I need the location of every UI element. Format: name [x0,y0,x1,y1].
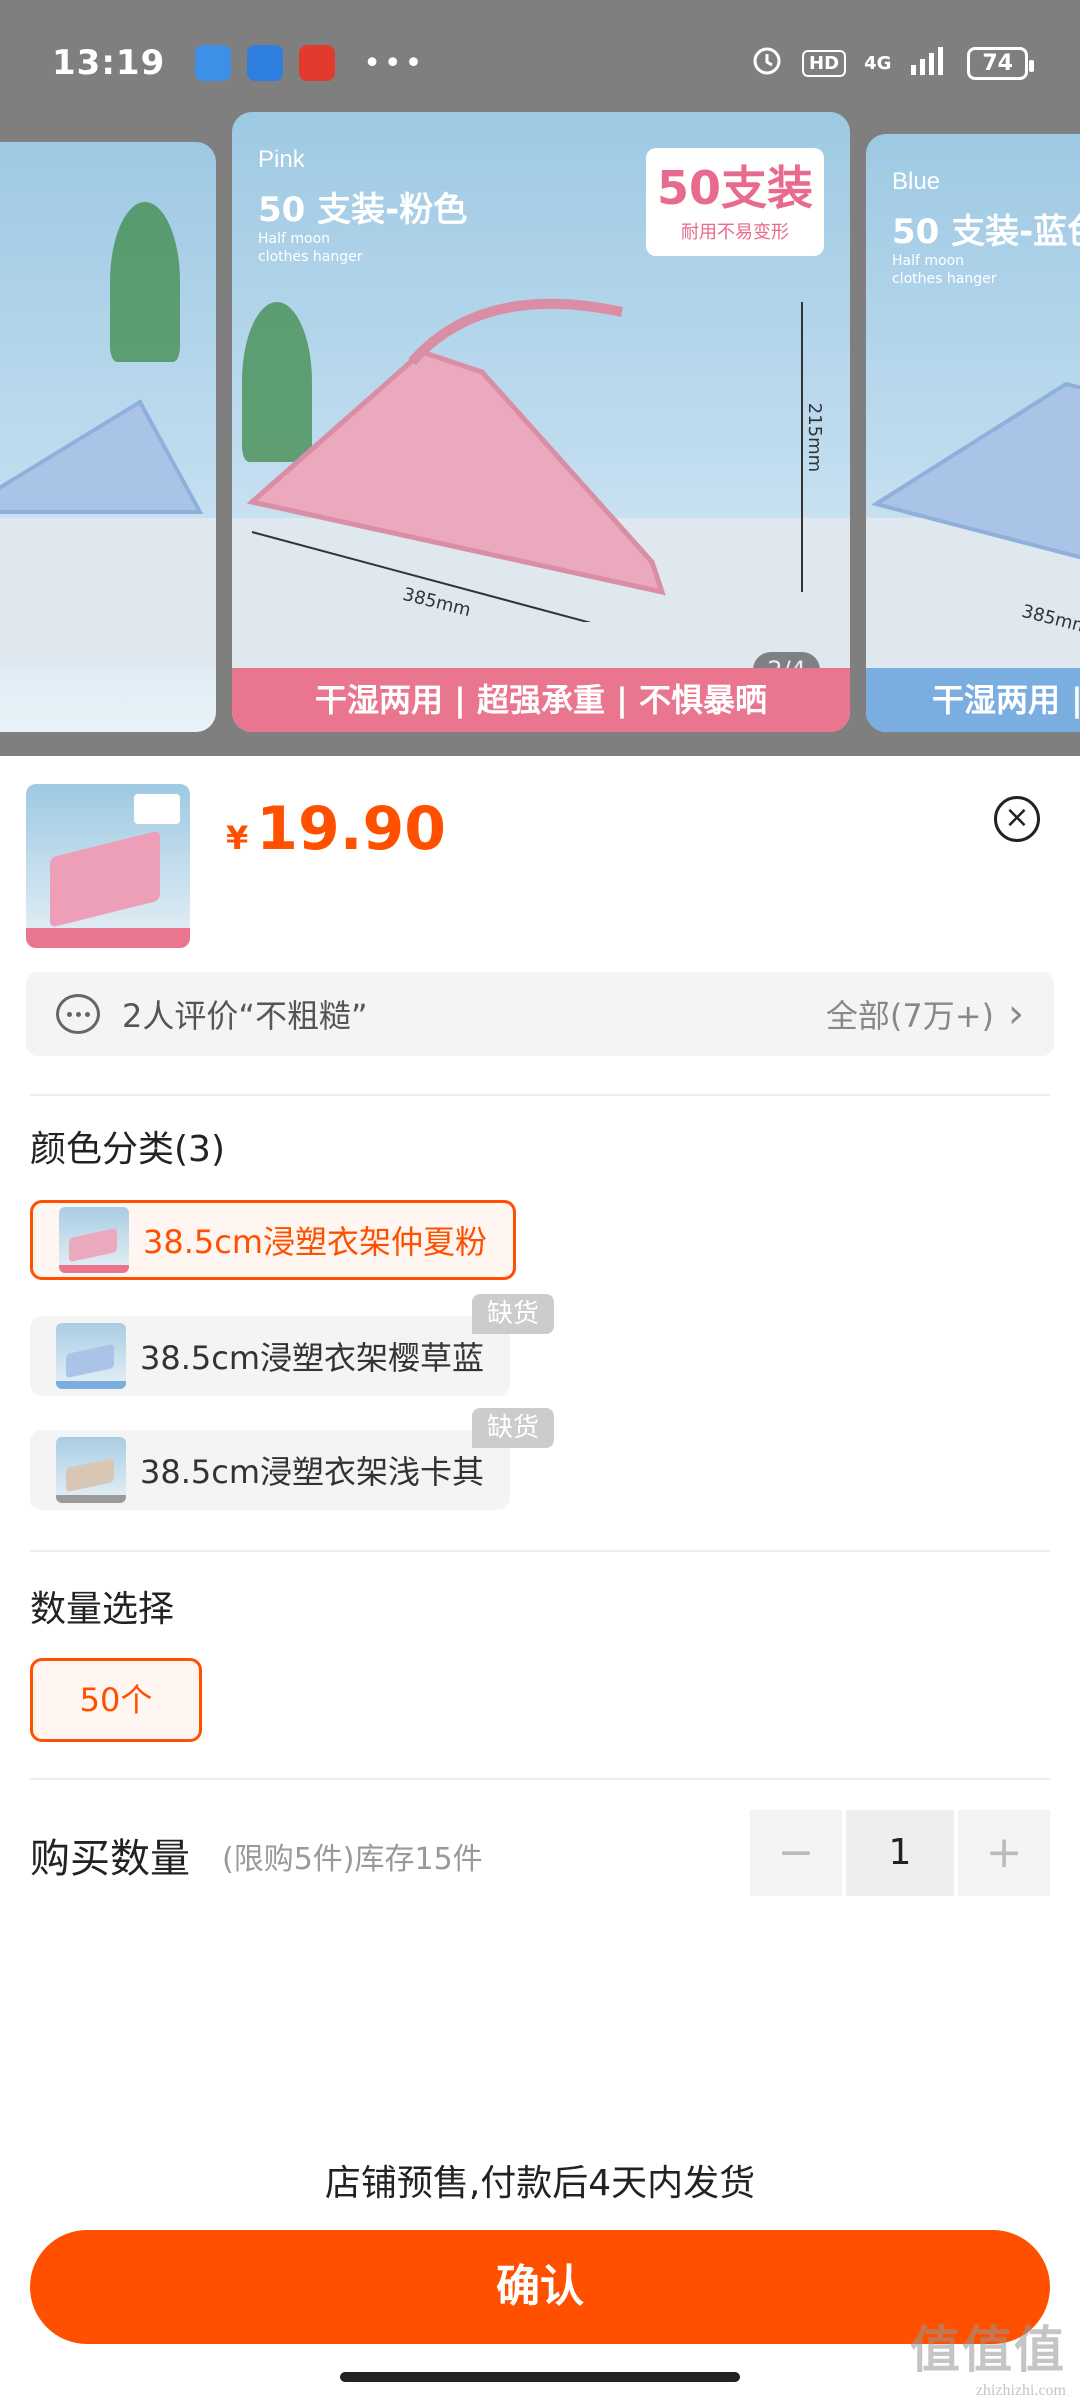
out-of-stock-tag: 缺货 [472,1408,554,1448]
battery-indicator: 74 [967,46,1034,80]
chat-bubble-icon [56,994,100,1034]
quantity-badge: 50支装 耐用不易变形 [646,148,824,256]
layers-app-icon [247,45,284,81]
color-section-title: 颜色分类(3) [30,1129,225,1170]
height-dimension: 215mm [804,402,826,473]
option-thumbnail [59,1207,129,1273]
mascot-app-icon [299,45,336,81]
currency-symbol: ¥ [226,819,249,857]
quantity-stepper: − 1 + [750,1810,1050,1896]
blue-hanger-image [871,381,1080,560]
card-subtitle: Half moon clothes hanger [258,231,363,265]
purchase-limit-stock: (限购5件)库存15件 [222,1842,483,1877]
divider [30,1094,1050,1096]
divider [30,1778,1050,1780]
cloud-app-icon [195,45,232,81]
blue-hanger-image [0,399,204,514]
price-value: 19.90 [256,794,447,864]
color-english-label: Pink [258,146,305,173]
site-watermark: 值值值 zhizhizhi.com [910,2322,1066,2399]
color-english-label: Blue [892,168,941,195]
confirm-button[interactable]: 确认 [30,2230,1050,2344]
card-title: 50 支装-粉色 [258,190,468,230]
option-thumbnail [56,1323,126,1389]
product-gallery[interactable]: 13:19 ••• HD 4G 74 Pink 50 支装-粉色 Half mo… [0,0,1080,756]
more-notifications-icon: ••• [363,45,426,81]
network-type: 4G [864,52,892,74]
home-indicator[interactable] [340,2372,740,2382]
alarm-icon [750,43,784,83]
card-feature-banner: 干湿两用 | [866,668,1080,732]
divider [30,1550,1050,1552]
card-title: 50 支装-蓝色 [892,212,1080,252]
gallery-card-previous[interactable] [0,142,216,732]
status-time: 13:19 [52,43,166,83]
selected-sku-thumbnail[interactable] [26,784,190,948]
close-icon[interactable]: × [994,796,1040,842]
quantity-value[interactable]: 1 [846,1810,954,1896]
badge-note: 耐用不易变形 [681,222,789,243]
badge-count: 50支装 [656,161,813,215]
chevron-right-icon: › [1008,991,1024,1037]
quantity-section-title: 数量选择 [30,1589,175,1630]
color-option-khaki[interactable]: 38.5cm浸塑衣架浅卡其 [30,1430,511,1510]
presale-notice: 店铺预售,付款后4天内发货 [324,2163,756,2204]
card-feature-banner: 干湿两用 | 超强承重 | 不惧暴晒 [232,668,850,732]
option-label: 38.5cm浸塑衣架樱草蓝 [140,1339,485,1377]
price: ¥19.90 [226,794,446,864]
quantity-option-50[interactable]: 50个 [30,1658,202,1742]
review-snippet: 2人评价“不粗糙” [122,997,368,1035]
all-reviews-link[interactable]: 全部(7万+) [826,991,994,1037]
purchase-quantity-label: 购买数量 [30,1836,190,1882]
hd-badge: HD [802,49,847,77]
sku-selection-sheet: ¥19.90 × 2人评价“不粗糙” 全部(7万+) › 颜色分类(3) 38.… [0,756,1080,2400]
option-label: 38.5cm浸塑衣架浅卡其 [140,1453,485,1491]
option-label: 38.5cm浸塑衣架仲夏粉 [143,1223,488,1261]
card-subtitle: Half moon clothes hanger [892,253,997,287]
option-thumbnail [56,1437,126,1503]
plant-decoration [110,202,180,362]
gallery-card-current[interactable]: Pink 50 支装-粉色 Half moon clothes hanger 5… [232,112,850,732]
out-of-stock-tag: 缺货 [472,1294,554,1334]
color-option-pink[interactable]: 38.5cm浸塑衣架仲夏粉 [30,1200,517,1280]
color-option-blue[interactable]: 38.5cm浸塑衣架樱草蓝 [30,1316,511,1396]
status-bar: 13:19 ••• HD 4G 74 [0,0,1080,126]
decrement-button[interactable]: − [750,1810,842,1896]
review-summary[interactable]: 2人评价“不粗糙” 全部(7万+) › [26,972,1054,1056]
signal-icon [909,45,949,81]
gallery-card-next[interactable]: Blue 50 支装-蓝色 Half moon clothes hanger 3… [866,134,1080,732]
increment-button[interactable]: + [958,1810,1050,1896]
pink-hanger-image [246,298,803,622]
status-app-icons: ••• [195,45,425,81]
